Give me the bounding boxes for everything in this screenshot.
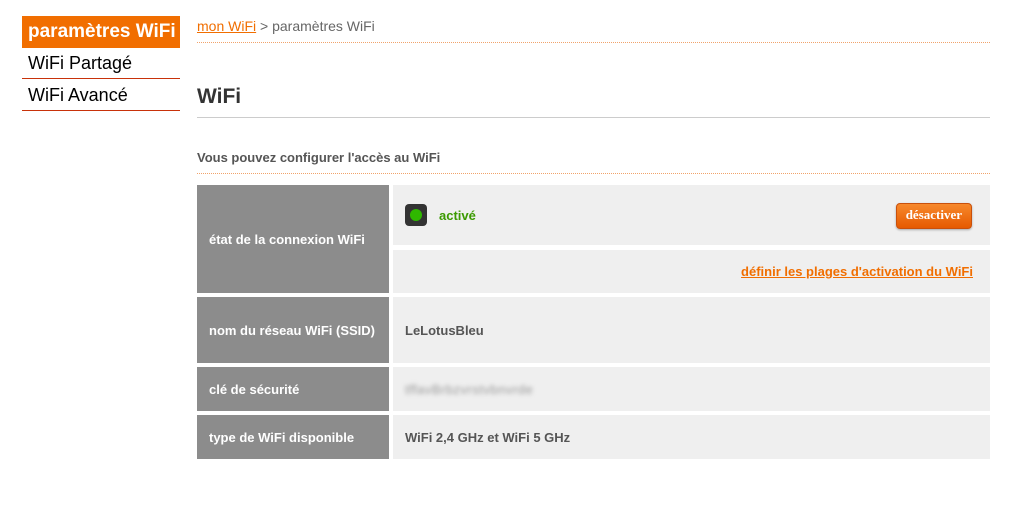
breadcrumb: mon WiFi > paramètres WiFi	[197, 18, 375, 34]
ssid-value: LeLotusBleu	[393, 297, 990, 363]
sidebar-item-wifi-partage[interactable]: WiFi Partagé	[22, 48, 180, 79]
connection-label: état de la connexion WiFi	[197, 185, 389, 293]
sidebar-item-wifi-avance[interactable]: WiFi Avancé	[22, 80, 180, 111]
security-key-label: clé de sécurité	[197, 367, 389, 411]
schedule-cell: définir les plages d'activation du WiFi	[393, 250, 990, 293]
intro-text: Vous pouvez configurer l'accès au WiFi	[197, 150, 441, 165]
breadcrumb-separator: >	[256, 18, 273, 34]
intro-divider	[197, 173, 990, 174]
table-row-security-key: clé de sécurité tffavBrbzvrstvbnvrde	[197, 367, 990, 411]
table-row-ssid: nom du réseau WiFi (SSID) LeLotusBleu	[197, 297, 990, 363]
ssid-label: nom du réseau WiFi (SSID)	[197, 297, 389, 363]
wifi-type-label: type de WiFi disponible	[197, 415, 389, 459]
breadcrumb-current: paramètres WiFi	[272, 18, 375, 34]
schedule-link[interactable]: définir les plages d'activation du WiFi	[741, 264, 973, 279]
status-led-icon	[405, 204, 427, 226]
table-row-connection: état de la connexion WiFi activé désacti…	[197, 185, 990, 293]
deactivate-button[interactable]: désactiver	[895, 203, 972, 229]
sidebar-item-parametres-wifi[interactable]: paramètres WiFi	[22, 16, 180, 48]
breadcrumb-link-mon-wifi[interactable]: mon WiFi	[197, 18, 256, 34]
wifi-type-value: WiFi 2,4 GHz et WiFi 5 GHz	[393, 415, 990, 459]
connection-status: activé	[439, 207, 476, 223]
breadcrumb-divider	[197, 42, 990, 43]
table-row-wifi-type: type de WiFi disponible WiFi 2,4 GHz et …	[197, 415, 990, 459]
title-divider	[197, 117, 990, 118]
connection-status-cell: activé désactiver	[393, 185, 990, 245]
security-key-cell: tffavBrbzvrstvbnvrde	[393, 367, 990, 411]
page-title: WiFi	[197, 85, 242, 108]
sidebar-nav: paramètres WiFi WiFi Partagé WiFi Avancé	[22, 16, 180, 112]
security-key-value: tffavBrbzvrstvbnvrde	[405, 381, 534, 397]
